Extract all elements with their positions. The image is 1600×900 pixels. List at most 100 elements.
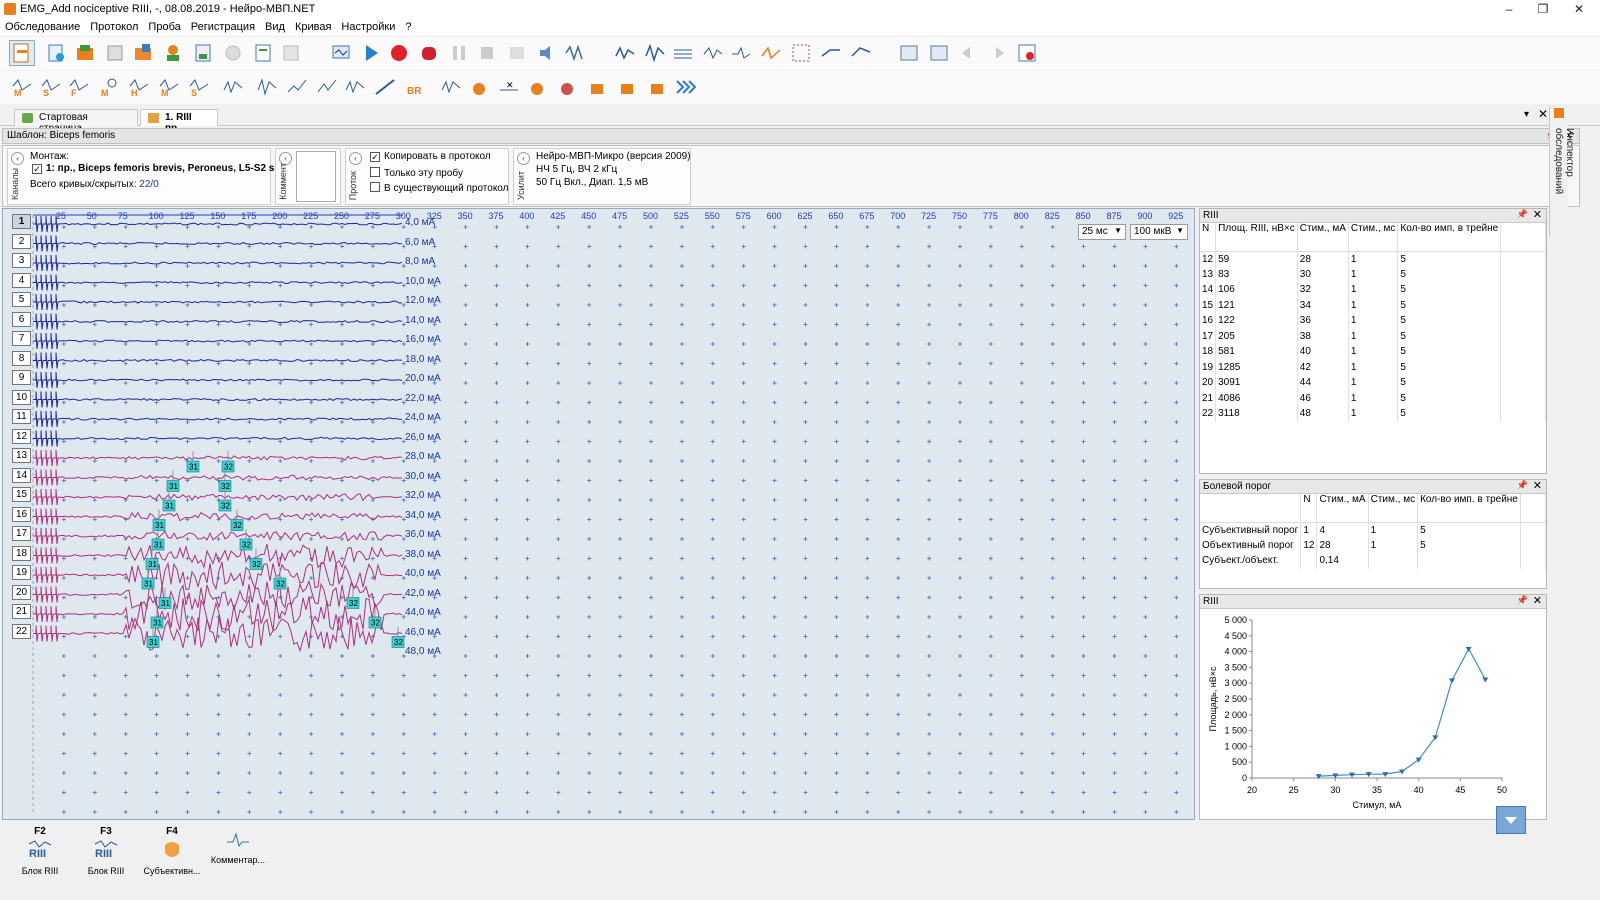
pain-threshold-close-icon[interactable]: ✕ xyxy=(1533,479,1542,492)
tab-start-page[interactable]: Стартовая страница xyxy=(14,109,138,134)
f4-subjective-button[interactable]: F4 Субъективн... xyxy=(140,826,204,880)
h-reflex-icon[interactable]: H xyxy=(126,74,152,100)
f-wave-icon[interactable]: F xyxy=(66,74,92,100)
riii-table-row[interactable]: 14 106 32 1 5 xyxy=(1200,282,1546,298)
menu-help[interactable]: ? xyxy=(400,19,416,36)
blink-reflex-icon[interactable]: BR xyxy=(404,74,430,100)
riii-table-row[interactable]: 17 205 38 1 5 xyxy=(1200,328,1546,344)
curve-number-17[interactable]: 17 xyxy=(12,526,31,541)
riii-table-row[interactable]: 15 121 34 1 5 xyxy=(1200,297,1546,313)
sound-icon[interactable] xyxy=(534,40,560,66)
menu-protocol[interactable]: Протокол xyxy=(85,19,143,36)
f3-riii-block-button[interactable]: F3 RIII Блок RIII xyxy=(74,826,138,880)
wave-icon[interactable] xyxy=(700,40,726,66)
curve-number-15[interactable]: 15 xyxy=(12,487,31,502)
curves-area[interactable]: 31 32 31 32 31 32 31 32 31 32 31 32 31 32 31 32 31 32 31 32… xyxy=(2,208,1195,820)
tabs-dropdown-icon[interactable]: ▾ xyxy=(1524,109,1529,120)
emg6-icon[interactable] xyxy=(372,74,398,100)
curve-number-20[interactable]: 20 xyxy=(12,584,31,600)
monitor-icon[interactable] xyxy=(328,40,354,66)
pain-table-col-header[interactable]: Стим., мс xyxy=(1368,494,1419,523)
pain-table-row[interactable]: Субъективный порог 1 4 1 5 xyxy=(1200,522,1547,538)
m-probe-icon[interactable]: M xyxy=(96,74,122,100)
play-icon[interactable] xyxy=(358,40,384,66)
save-icon[interactable] xyxy=(72,40,98,66)
emg-icon[interactable] xyxy=(220,74,246,100)
menu-curve[interactable]: Кривая xyxy=(290,19,336,36)
maximize-button[interactable]: ❐ xyxy=(1528,2,1558,18)
riii-table-col-header[interactable]: Кол-во имп. в трейне xyxy=(1397,223,1502,252)
tremor-icon[interactable]: ✕ xyxy=(496,74,522,100)
ssr-icon[interactable] xyxy=(438,74,464,100)
superimpose-icon[interactable] xyxy=(670,40,696,66)
scroll-down-button[interactable] xyxy=(1496,806,1526,834)
curve-number-16[interactable]: 16 xyxy=(12,506,31,522)
riii-table-row[interactable]: 19 1285 42 1 5 xyxy=(1200,359,1546,375)
only-this-probe-option[interactable]: Только эту пробу xyxy=(370,167,463,179)
open-icon[interactable] xyxy=(43,40,69,66)
curve-number-18[interactable]: 18 xyxy=(12,545,31,561)
f2-riii-block-button[interactable]: F2 RIII Блок RIII xyxy=(8,826,72,880)
only-this-probe-checkbox[interactable] xyxy=(370,167,380,177)
m-wave-icon[interactable]: M xyxy=(9,74,35,100)
curve-number-13[interactable]: 13 xyxy=(12,448,31,463)
window-layout2-icon[interactable] xyxy=(926,40,952,66)
export-icon[interactable] xyxy=(130,40,156,66)
riii-table-row[interactable]: 20 3091 44 1 5 xyxy=(1200,375,1546,391)
curve-number-7[interactable]: 7 xyxy=(12,331,31,346)
tabs-close-icon[interactable]: ✕ xyxy=(1538,107,1548,121)
pain-table-col-header[interactable] xyxy=(1200,494,1302,523)
copy-to-protocol-checkbox[interactable]: ✓ xyxy=(370,152,380,162)
ep3-icon[interactable] xyxy=(584,74,610,100)
curve-number-4[interactable]: 4 xyxy=(12,272,31,288)
comment-button[interactable]: Комментар... xyxy=(206,826,270,880)
curve-number-1[interactable]: 1 xyxy=(12,214,31,229)
riii-table-pin-icon[interactable]: 📌 xyxy=(1517,209,1528,220)
channels-collapse-button[interactable]: ‹ xyxy=(11,152,24,165)
curve-number-6[interactable]: 6 xyxy=(12,311,31,327)
protocol-collapse-button[interactable]: ‹ xyxy=(349,152,362,165)
arrow-right-icon[interactable] xyxy=(818,40,844,66)
menu-view[interactable]: Вид xyxy=(260,19,290,36)
riii-table-row[interactable]: 12 59 28 1 5 xyxy=(1200,251,1546,267)
riii-table-row[interactable]: 21 4086 46 1 5 xyxy=(1200,390,1546,406)
inspector-sidebar[interactable]: Инспектор обследований xyxy=(1549,106,1575,236)
curve-number-12[interactable]: 12 xyxy=(12,428,31,444)
riii-table-col-header[interactable]: Стим., мА xyxy=(1297,223,1349,252)
filter-icon[interactable] xyxy=(562,40,588,66)
emg2-icon[interactable] xyxy=(254,74,280,100)
patient-icon[interactable] xyxy=(160,40,186,66)
emg3-icon[interactable] xyxy=(284,74,310,100)
emg4-icon[interactable] xyxy=(314,74,340,100)
riii-table-close-icon[interactable]: ✕ xyxy=(1533,208,1542,221)
menu-registration[interactable]: Регистрация xyxy=(186,19,260,36)
riii-chart-pin-icon[interactable]: 📌 xyxy=(1517,595,1528,606)
close-button[interactable]: ✕ xyxy=(1564,2,1594,18)
sensitivity-combo[interactable]: 100 мкВ ▼ xyxy=(1130,224,1188,240)
comment-input[interactable] xyxy=(296,151,336,202)
menu-obsledovanie[interactable]: Обследование xyxy=(0,19,85,36)
tab-riii[interactable]: 1. RIII пр. xyxy=(140,109,218,134)
wave2-icon[interactable] xyxy=(728,40,754,66)
riii-table-row[interactable]: 22 3118 48 1 5 xyxy=(1200,406,1546,422)
existing-protocol-checkbox[interactable] xyxy=(370,182,380,192)
new-exam-icon[interactable] xyxy=(9,40,35,66)
curve-number-9[interactable]: 9 xyxy=(12,370,31,385)
wave3-icon[interactable] xyxy=(758,40,784,66)
curve-number-2[interactable]: 2 xyxy=(12,233,31,249)
amplifier-collapse-button[interactable]: ‹ xyxy=(517,152,530,165)
ep2-icon[interactable] xyxy=(554,74,580,100)
montage-item[interactable]: ✓ 1: пр., Biceps femoris brevis, Peroneus… xyxy=(32,163,280,174)
riii-table-row[interactable]: 13 83 30 1 5 xyxy=(1200,266,1546,282)
s-multi-icon[interactable]: S xyxy=(186,74,212,100)
emg5-icon[interactable] xyxy=(342,74,368,100)
more-methods-icon[interactable] xyxy=(672,74,698,100)
print-icon[interactable] xyxy=(102,40,128,66)
copy-to-protocol-option[interactable]: ✓ Копировать в протокол xyxy=(370,151,491,162)
riii-table-row[interactable]: 16 122 36 1 5 xyxy=(1200,313,1546,329)
menu-proba[interactable]: Проба xyxy=(143,19,185,36)
ep4-icon[interactable] xyxy=(614,74,640,100)
document-icon[interactable] xyxy=(250,40,276,66)
menu-settings[interactable]: Настройки xyxy=(336,19,400,36)
record-icon[interactable] xyxy=(386,40,412,66)
